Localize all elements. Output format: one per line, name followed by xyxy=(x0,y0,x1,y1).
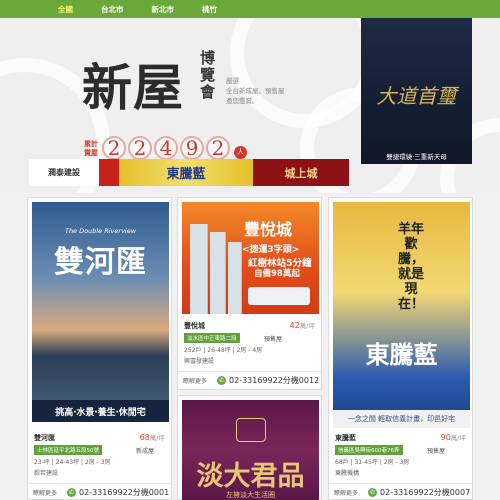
site-tagline: 嚴選 全台新成屋、預售屋 邀您鑑賞。 xyxy=(226,76,285,106)
banner-accent xyxy=(99,159,119,186)
building-shape xyxy=(190,224,208,314)
tagline-line-2: 全台新成屋、預售屋 xyxy=(226,87,285,95)
counter-digit: 2 xyxy=(128,136,152,160)
listing-image-title: 雙河匯 xyxy=(54,245,147,280)
visitor-counter: 2 2 4 9 2 人 xyxy=(102,136,247,160)
size-range: 26-48坪 xyxy=(207,347,231,354)
building-shape xyxy=(210,232,226,314)
train-shape xyxy=(248,287,310,305)
nav-item-new-taipei[interactable]: 新北市 xyxy=(152,4,175,15)
tagline-line-3: 邀您鑑賞。 xyxy=(226,97,259,105)
counter-digit: 4 xyxy=(154,136,178,160)
phone-icon: ✆ xyxy=(217,376,227,385)
listing-image-subtitle: 左擁淡大生活圈 xyxy=(226,491,275,499)
listing-meta: 252戶 | 26-48坪 | 2房 - 4房 xyxy=(184,347,263,354)
building-shape xyxy=(228,242,242,314)
listing-name[interactable]: 東騰藍 xyxy=(335,433,356,443)
ad-banner-right[interactable]: 大道首璽 雙捷環繞‧三重新天母 xyxy=(361,18,472,164)
price-value: 90 xyxy=(440,433,451,442)
listing-image-line-3: 自備98萬起 xyxy=(254,269,300,279)
ad-caption: 雙捷環繞‧三重新天母 xyxy=(386,153,447,161)
listing-image-title: 淡大君品 xyxy=(196,461,305,492)
phone-number[interactable]: 02-33169922分機0012 xyxy=(229,375,319,386)
nav-item-national[interactable]: 全國 xyxy=(58,4,73,15)
property-type: 新成屋 xyxy=(136,448,155,455)
developer-name: 毅若建設 xyxy=(34,470,59,477)
site-logo-subtitle: 博覽會 xyxy=(200,49,216,101)
listing-image[interactable]: 豐悅城 <捷運3字頭> 紅樹林站5分鐘 自備98萬起 xyxy=(182,202,319,314)
nav-item-taipei[interactable]: 台北市 xyxy=(101,4,124,15)
top-nav: 全國 台北市 新北市 桃竹 xyxy=(0,0,500,18)
price-value: 42 xyxy=(289,321,300,330)
property-type: 預售屋 xyxy=(264,336,283,343)
contact-bar: 瞭解更多 ✆ 02-33169922分機0012 xyxy=(178,371,321,389)
counter-unit: 人 xyxy=(234,145,247,159)
phone-icon: ✆ xyxy=(368,488,378,497)
listing-image[interactable]: 羊年歡騰，就是現在！ 東騰藍 一念之間 輕取信義計畫，印邑好宅 xyxy=(333,202,470,428)
listing-card[interactable]: 豐悅城 <捷運3字頭> 紅樹林站5分鐘 自備98萬起 豐悅城 42萬/坪 淡水區… xyxy=(177,197,322,390)
visitor-counter-label: 累計 賞屋 xyxy=(84,140,104,158)
site-logo-title[interactable]: 新屋 xyxy=(82,48,184,120)
property-type: 預售屋 xyxy=(427,448,446,455)
price-unit: 萬/坪 xyxy=(450,434,466,442)
listing-card[interactable]: 羊年歡騰，就是現在！ 東騰藍 一念之間 輕取信義計畫，印邑好宅 東騰藍 90萬/… xyxy=(328,197,473,500)
counter-digit: 2 xyxy=(102,136,126,160)
size-range: 31-45坪 xyxy=(354,459,378,466)
listing-price: 68萬/坪 xyxy=(140,432,165,442)
listing-meta: 23-坪 | 24-43坪 | 2房 - 3房 xyxy=(34,459,111,466)
banner-brand-2: 東騰藍 xyxy=(119,159,253,186)
phone-number[interactable]: 02-33169922分機0001 xyxy=(79,487,169,498)
listing-image-vertical-text: 羊年歡騰，就是現在！ xyxy=(397,222,424,312)
location-tag: 淡水區中正東路二段 xyxy=(184,333,240,343)
developer-name: 興富發建設 xyxy=(184,358,215,365)
listing-image[interactable]: 淡大君品 左擁淡大生活圈 xyxy=(182,400,319,500)
emblem-icon xyxy=(236,418,266,442)
listing-card[interactable]: The Double Riverview 雙河匯 挑高‧水景‧養生‧休閒宅 雙河… xyxy=(27,197,172,500)
location-tag: 士林區延平北路五段50號 xyxy=(34,445,102,455)
listing-image-subtitle: 一念之間 輕取信義計畫，印邑好宅 xyxy=(333,410,470,428)
listing-name[interactable]: 雙河匯 xyxy=(34,433,55,443)
room-range: 2房 - 3房 xyxy=(383,459,410,466)
listing-image-title: 東騰藍 xyxy=(365,341,438,369)
units-count: 68戶 xyxy=(335,459,349,466)
units-count: 23-坪 xyxy=(34,459,50,466)
listing-image-title: 豐悅城 xyxy=(244,220,293,239)
listing-image-en: The Double Riverview xyxy=(64,227,137,235)
counter-label-line-2: 賞屋 xyxy=(84,149,98,157)
more-link[interactable]: 瞭解更多 xyxy=(33,488,57,497)
phone-number[interactable]: 02-33169922分機0007 xyxy=(380,487,470,498)
listing-image[interactable]: The Double Riverview 雙河匯 挑高‧水景‧養生‧休閒宅 xyxy=(32,202,169,422)
listing-image-slogan: 挑高‧水景‧養生‧休閒宅 xyxy=(32,400,169,422)
listing-name[interactable]: 豐悅城 xyxy=(184,321,205,331)
counter-digit: 9 xyxy=(180,136,204,160)
counter-label-line-1: 累計 xyxy=(84,140,98,148)
room-range: 2房 - 4房 xyxy=(236,347,263,354)
counter-digit: 2 xyxy=(206,136,230,160)
price-unit: 萬/坪 xyxy=(149,434,165,442)
more-link[interactable]: 瞭解更多 xyxy=(334,488,358,497)
more-link[interactable]: 瞭解更多 xyxy=(183,376,207,385)
phone-icon: ✆ xyxy=(67,488,77,497)
contact-bar: 瞭解更多 ✆ 02-33169922分機0001 xyxy=(28,483,171,500)
ad-banner-strip[interactable]: 潤泰建設 東騰藍 城上城 xyxy=(29,159,349,186)
developer-name: 東騰機構 xyxy=(335,470,360,477)
contact-bar: 瞭解更多 ✆ 02-33169922分機0007 xyxy=(329,483,472,500)
banner-brand-1: 潤泰建設 xyxy=(29,159,99,186)
location-tag: 信義區吳興街600巷76弄 xyxy=(335,445,403,455)
units-count: 252戶 xyxy=(184,347,202,354)
nav-item-taoyuan-hsinchu[interactable]: 桃竹 xyxy=(202,4,217,15)
listing-card[interactable]: 淡大君品 左擁淡大生活圈 xyxy=(177,395,322,500)
price-value: 68 xyxy=(139,433,150,442)
listing-meta: 68戶 | 31-45坪 | 2房 - 3房 xyxy=(335,459,410,466)
size-range: 24-43坪 xyxy=(55,459,80,466)
price-unit: 萬/坪 xyxy=(299,322,315,330)
listing-price: 42萬/坪 xyxy=(290,320,315,330)
banner-brand-3: 城上城 xyxy=(253,159,349,186)
listing-image-tag: <捷運3字頭> xyxy=(242,245,300,255)
listing-price: 90萬/坪 xyxy=(441,432,466,442)
room-range: 2房 - 3房 xyxy=(84,459,111,466)
tagline-line-1: 嚴選 xyxy=(226,77,239,85)
ad-title: 大道首璽 xyxy=(376,84,457,108)
